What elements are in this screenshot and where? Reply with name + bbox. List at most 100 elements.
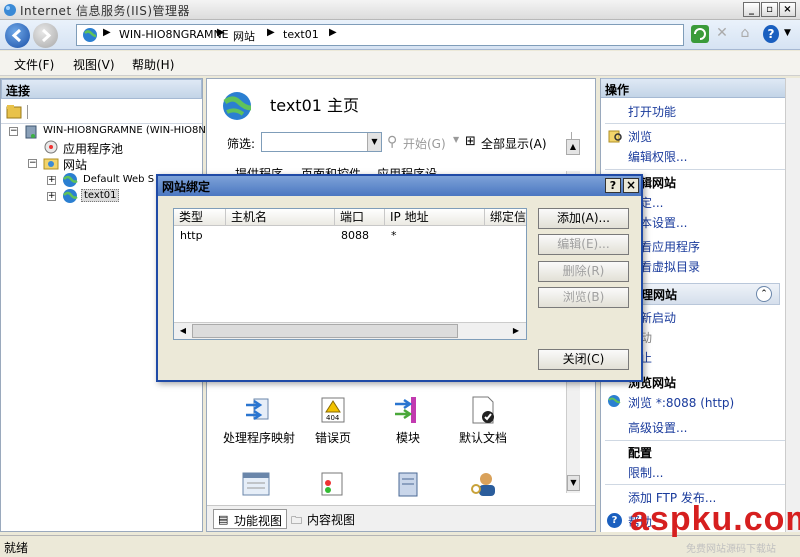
connections-header: 连接 (1, 79, 202, 99)
dialog-close-x-button[interactable]: × (623, 178, 639, 193)
close-dialog-button[interactable]: 关闭(C) (538, 349, 629, 370)
horizontal-scrollbar[interactable]: ◀ ▶ (174, 322, 526, 339)
default-document-icon (468, 395, 498, 425)
address-toolbar: ▶ WIN-HIO8NGRAMNE ▶ 网站 ▶ text01 ▶ ✕ ⌂ ? … (0, 20, 800, 50)
tab-features-view[interactable]: ▤ 功能视图 (213, 509, 288, 529)
feature-icon[interactable] (317, 471, 347, 497)
browse-binding-button[interactable]: 浏览(B) (538, 287, 629, 308)
handler-mappings-icon (244, 395, 274, 425)
divider (605, 484, 790, 485)
action-open-feature[interactable]: 打开功能 (628, 103, 676, 120)
globe-icon (82, 27, 98, 43)
tree-server[interactable]: WIN-HIO8NGRAMNE (WIN-HIO8N (43, 125, 206, 136)
chevron-down-icon[interactable]: ▼ (367, 133, 381, 151)
action-browse[interactable]: 浏览 (628, 128, 652, 145)
maximize-button[interactable]: ▫ (761, 2, 778, 17)
feature-icon[interactable] (393, 471, 423, 497)
show-all-icon: ⊞ (465, 134, 476, 149)
globe-icon (607, 394, 621, 408)
tree-sites[interactable]: 网站 (63, 156, 87, 173)
chevron-down-icon[interactable]: ▼ (453, 135, 459, 144)
chevron-right-icon[interactable]: ▶ (267, 27, 275, 38)
column-header[interactable]: IP 地址 (385, 209, 485, 226)
view-tabs: ▤ 功能视图 🗀 内容视图 (207, 505, 595, 531)
crumb-sites[interactable]: 网站 (233, 28, 255, 44)
tree-default-site[interactable]: Default Web S (83, 174, 154, 185)
page-title: text01 主页 (270, 96, 360, 115)
tree-app-pools[interactable]: 应用程序池 (63, 140, 123, 157)
minimize-button[interactable]: _ (743, 2, 760, 17)
globe-icon (62, 188, 78, 204)
chevron-down-icon[interactable]: ▼ (784, 28, 791, 38)
menu-help[interactable]: 帮助(H) (132, 56, 174, 73)
expand-text01[interactable]: + (47, 192, 56, 201)
menu-file[interactable]: 文件(F) (14, 56, 54, 73)
toolbar-divider (27, 105, 28, 119)
column-header[interactable]: 主机名 (226, 209, 335, 226)
error-page-icon: 404 (318, 395, 348, 425)
app-pool-icon (43, 139, 59, 155)
chevron-right-icon[interactable]: ▶ (329, 27, 337, 38)
help-icon[interactable]: ? (763, 25, 779, 43)
action-advanced-settings[interactable]: 高级设置... (628, 419, 687, 436)
feature-label: 默认文档 (458, 431, 507, 445)
expand-sites[interactable]: − (28, 159, 37, 168)
action-edit-permissions[interactable]: 编辑权限... (628, 148, 687, 165)
cell-port: 8088 (341, 229, 369, 242)
show-all-button[interactable]: 全部显示(A) (481, 135, 547, 152)
column-header[interactable]: 类型 (174, 209, 226, 226)
scroll-left-button[interactable]: ◀ (176, 324, 190, 338)
dialog-title: 网站绑定 (162, 180, 211, 194)
feature-handler-mappings[interactable]: 处理程序映射 (219, 395, 299, 446)
scroll-up-button[interactable]: ▲ (566, 139, 580, 155)
dialog-help-button[interactable]: ? (605, 178, 621, 193)
chevron-right-icon[interactable]: ▶ (217, 27, 225, 38)
scrollbar-thumb[interactable] (192, 324, 458, 338)
table-row[interactable]: http 8088 * (174, 227, 526, 243)
close-window-button[interactable]: × (779, 2, 796, 17)
edit-binding-button[interactable]: 编辑(E)... (538, 234, 629, 255)
action-browse-http[interactable]: 浏览 *:8088 (http) (628, 394, 734, 411)
filter-label: 筛选: (227, 137, 256, 151)
address-breadcrumb[interactable]: ▶ WIN-HIO8NGRAMNE ▶ 网站 ▶ text01 ▶ (76, 24, 684, 46)
new-connection-icon[interactable] (5, 103, 23, 121)
back-button[interactable] (5, 23, 30, 48)
column-header[interactable]: 端口 (335, 209, 385, 226)
stop-icon[interactable]: ✕ (713, 25, 731, 43)
title-bar: Internet 信息服务(IIS)管理器 _ ▫ × (0, 0, 800, 20)
action-limits[interactable]: 限制... (628, 464, 663, 481)
section-configure: 配置 (628, 446, 653, 460)
sites-folder-icon (43, 155, 59, 171)
crumb-text01[interactable]: text01 (283, 28, 319, 41)
tree-text01[interactable]: text01 (81, 189, 120, 202)
tab-content-view[interactable]: 🗀 内容视图 (289, 509, 359, 529)
actions-scrollbar[interactable] (785, 78, 800, 532)
modules-icon (393, 395, 423, 425)
bindings-table[interactable]: 类型 主机名 端口 IP 地址 绑定信 http 8088 * ◀ ▶ (173, 208, 527, 340)
expand-server[interactable]: − (9, 127, 18, 136)
crumb-server[interactable]: WIN-HIO8NGRAMNE (119, 28, 229, 41)
status-text: 就绪 (4, 541, 29, 555)
chevron-right-icon[interactable]: ▶ (103, 27, 111, 38)
start-filter-button[interactable]: 开始(G) (403, 135, 446, 152)
feature-error-pages[interactable]: 404 错误页 (293, 395, 373, 446)
home-icon[interactable]: ⌂ (736, 25, 754, 43)
menu-view[interactable]: 视图(V) (73, 56, 115, 73)
column-header[interactable]: 绑定信 (485, 209, 526, 226)
filter-input[interactable]: ▼ (261, 132, 382, 152)
scroll-right-button[interactable]: ▶ (509, 324, 523, 338)
expand-default-site[interactable]: + (47, 176, 56, 185)
remove-binding-button[interactable]: 删除(R) (538, 261, 629, 282)
scroll-down-button[interactable]: ▼ (567, 475, 580, 491)
forward-button[interactable] (33, 23, 58, 48)
browse-icon (607, 128, 623, 144)
feature-icon[interactable] (469, 471, 499, 497)
collapse-icon[interactable]: ⌃ (756, 286, 772, 302)
feature-icon[interactable] (241, 471, 271, 497)
cell-ip: * (391, 229, 397, 242)
feature-default-document[interactable]: 默认文档 (443, 395, 523, 446)
features-view-icon: ▤ (218, 513, 229, 526)
add-binding-button[interactable]: 添加(A)... (538, 208, 629, 229)
refresh-icon[interactable] (691, 25, 709, 43)
feature-modules[interactable]: 模块 (368, 395, 448, 446)
